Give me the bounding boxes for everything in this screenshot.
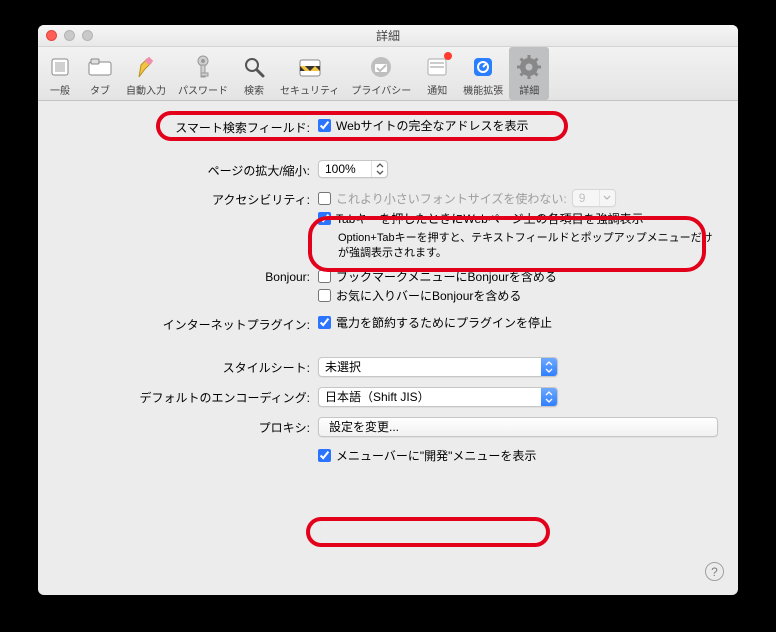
- develop-menu-checkbox[interactable]: [318, 449, 331, 462]
- tab-label: 一般: [50, 82, 70, 97]
- help-button[interactable]: ?: [705, 562, 724, 581]
- bonjour-bookmarks-checkbox[interactable]: [318, 270, 331, 283]
- bonjour-bookmarks-row[interactable]: ブックマークメニューにBonjourを含める: [318, 268, 718, 285]
- key-icon: [190, 54, 216, 80]
- tab-autofill[interactable]: 自動入力: [120, 47, 172, 100]
- develop-menu-label: メニューバーに"開発"メニューを表示: [336, 447, 536, 464]
- tab-label: 検索: [244, 82, 264, 97]
- tab-highlight-checkbox[interactable]: [318, 212, 331, 225]
- plugins-stop-checkbox[interactable]: [318, 316, 331, 329]
- tab-label: タブ: [90, 82, 110, 97]
- autofill-icon: [133, 54, 159, 80]
- plugins-label: インターネットプラグイン:: [58, 314, 318, 333]
- font-min-label: これより小さいフォントサイズを使わない:: [336, 190, 567, 207]
- extensions-icon: [470, 54, 496, 80]
- window-title: 詳細: [38, 27, 738, 44]
- zoom-value: 100%: [319, 162, 362, 176]
- tab-label: 詳細: [519, 82, 539, 97]
- bonjour-favorites-checkbox[interactable]: [318, 289, 331, 302]
- show-full-address-checkbox[interactable]: [318, 119, 331, 132]
- privacy-icon: [368, 54, 394, 80]
- tab-advanced[interactable]: 詳細: [509, 47, 549, 100]
- bonjour-bookmarks-label: ブックマークメニューにBonjourを含める: [336, 268, 557, 285]
- titlebar: 詳細: [38, 25, 738, 47]
- tab-label: 自動入力: [126, 82, 166, 97]
- smart-search-label: スマート検索フィールド:: [58, 117, 318, 136]
- gear-icon: [516, 54, 542, 80]
- font-min-row[interactable]: これより小さいフォントサイズを使わない: 9: [318, 189, 718, 207]
- search-icon: [241, 54, 267, 80]
- proxy-change-button[interactable]: 設定を変更...: [318, 417, 718, 437]
- notification-badge: [444, 52, 452, 60]
- tab-highlight-label: Tabキーを押したときにWebページ上の各項目を強調表示: [336, 210, 644, 227]
- show-full-address-row[interactable]: Webサイトの完全なアドレスを表示: [318, 117, 718, 134]
- chevron-updown-icon: [371, 161, 387, 177]
- encoding-select[interactable]: 日本語（Shift JIS）: [318, 387, 558, 407]
- tab-label: パスワード: [178, 82, 228, 97]
- encoding-value: 日本語（Shift JIS）: [319, 388, 436, 405]
- notifications-icon: [424, 54, 450, 80]
- stylesheet-value: 未選択: [319, 358, 367, 375]
- tab-label: 通知: [427, 82, 447, 97]
- tab-privacy[interactable]: プライバシー: [345, 47, 417, 100]
- zoom-select[interactable]: 100%: [318, 160, 388, 178]
- toolbar: 一般 タブ 自動入力 パスワード 検索: [38, 47, 738, 101]
- tab-label: セキュリティ: [280, 82, 339, 97]
- chevron-updown-icon: [541, 358, 557, 376]
- tab-label: プライバシー: [351, 82, 411, 97]
- tab-general[interactable]: 一般: [40, 47, 80, 100]
- security-icon: [297, 54, 323, 80]
- font-min-checkbox[interactable]: [318, 192, 331, 205]
- accessibility-label: アクセシビリティ:: [58, 189, 318, 208]
- preferences-window: 詳細 一般 タブ 自動入力 パスワード: [38, 25, 738, 595]
- chevron-down-icon: [599, 190, 615, 206]
- plugins-stop-row[interactable]: 電力を節約するためにプラグインを停止: [318, 314, 718, 331]
- tab-notifications[interactable]: 通知: [417, 47, 457, 100]
- tab-search[interactable]: 検索: [234, 47, 274, 100]
- tab-highlight-hint: Option+Tabキーを押すと、テキストフィールドとポップアップメニューだけが…: [338, 231, 718, 262]
- tab-extensions[interactable]: 機能拡張: [457, 47, 509, 100]
- annotation-highlight: [306, 517, 550, 547]
- develop-menu-row[interactable]: メニューバーに"開発"メニューを表示: [318, 447, 718, 464]
- show-full-address-label: Webサイトの完全なアドレスを表示: [336, 117, 528, 134]
- proxy-button-label: 設定を変更...: [329, 418, 399, 435]
- stylesheet-label: スタイルシート:: [58, 357, 318, 376]
- encoding-label: デフォルトのエンコーディング:: [58, 387, 318, 406]
- tab-security[interactable]: セキュリティ: [274, 47, 345, 100]
- content-pane: スマート検索フィールド: Webサイトの完全なアドレスを表示 ページの拡大/縮小…: [38, 101, 738, 484]
- plugins-stop-label: 電力を節約するためにプラグインを停止: [336, 314, 552, 331]
- font-min-select[interactable]: 9: [572, 189, 616, 207]
- tabs-icon: [87, 54, 113, 80]
- tab-tabs[interactable]: タブ: [80, 47, 120, 100]
- tab-highlight-row[interactable]: Tabキーを押したときにWebページ上の各項目を強調表示: [318, 210, 718, 227]
- bonjour-favorites-label: お気に入りバーにBonjourを含める: [336, 287, 521, 304]
- tab-passwords[interactable]: パスワード: [172, 47, 234, 100]
- help-label: ?: [711, 565, 718, 579]
- font-min-value: 9: [573, 191, 592, 205]
- chevron-updown-icon: [541, 388, 557, 406]
- zoom-label: ページの拡大/縮小:: [58, 160, 318, 179]
- stylesheet-select[interactable]: 未選択: [318, 357, 558, 377]
- tab-label: 機能拡張: [463, 82, 503, 97]
- bonjour-label: Bonjour:: [58, 268, 318, 284]
- proxy-label: プロキシ:: [58, 417, 318, 436]
- bonjour-favorites-row[interactable]: お気に入りバーにBonjourを含める: [318, 287, 718, 304]
- general-icon: [47, 54, 73, 80]
